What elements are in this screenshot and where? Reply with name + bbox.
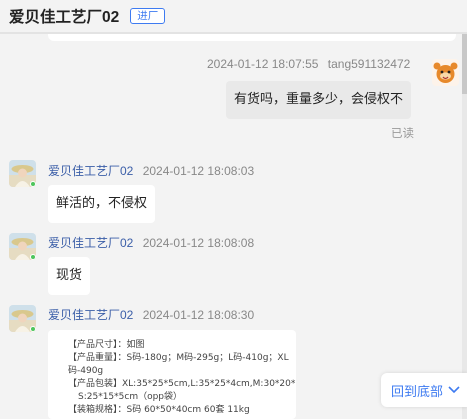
message-meta: 爱贝佳工艺厂02 2024-01-12 18:08:03 [48, 162, 254, 179]
scroll-to-bottom-label: 回到底部 [391, 384, 444, 400]
message-timestamp: 2024-01-12 18:08:08 [142, 236, 255, 250]
message-timestamp: 2024-01-12 18:08:03 [142, 164, 255, 178]
online-status-dot [30, 181, 36, 187]
message-timestamp: 2024-01-12 18:07:55 [207, 57, 319, 71]
seller-avatar[interactable] [9, 233, 36, 260]
message-meta: 爱贝佳工艺厂02 2024-01-12 18:08:30 [48, 306, 254, 323]
message-timestamp: 2024-01-12 18:08:30 [142, 308, 255, 322]
seller-avatar[interactable] [9, 160, 36, 187]
seller-message-bubble[interactable]: 鲜活的，不侵权 [48, 185, 156, 223]
spec-line: 【装箱规格】：S码 60*50*40cm 60套 11kg [68, 405, 250, 415]
online-status-dot [30, 254, 36, 260]
enter-store-badge[interactable]: 进厂 [130, 8, 166, 24]
read-status: 已读 [391, 126, 414, 140]
spec-line: S:25*15*5cm（opp袋） [78, 392, 183, 402]
message-meta: 爱贝佳工艺厂02 2024-01-12 18:08:08 [48, 234, 254, 251]
product-spec-card[interactable]: 【产品尺寸】：如图 【产品重量】：S码-180g；M码-295g；L码-410g… [48, 330, 296, 419]
message-meta: 2024-01-12 18:07:55 tang591132472 [207, 57, 410, 71]
previous-message-bubble [48, 34, 456, 41]
chat-title: 爱贝佳工艺厂02 [9, 9, 120, 26]
sender-name: 爱贝佳工艺厂02 [48, 164, 134, 178]
sender-name: tang591132472 [327, 57, 411, 71]
chat-header: 爱贝佳工艺厂02 进厂 [0, 0, 467, 32]
scrollbar[interactable] [462, 34, 467, 419]
spec-line: 【产品尺寸】：如图 [68, 340, 145, 350]
seller-message-bubble[interactable]: 现货 [48, 257, 91, 295]
scrollbar-thumb[interactable] [462, 34, 467, 94]
spec-line: 【产品重量】：S码-180g；M码-295g；L码-410g；XL [68, 353, 289, 363]
scroll-to-bottom-button[interactable]: 回到底部 [381, 373, 467, 407]
sender-name: 爱贝佳工艺厂02 [48, 236, 134, 250]
chevron-down-icon [448, 386, 460, 394]
cartoon-avatar-icon [432, 59, 459, 86]
spec-line: 码-490g [68, 366, 104, 376]
online-status-dot [30, 326, 36, 332]
seller-avatar[interactable] [9, 305, 36, 332]
spec-line: 【产品包装】XL:35*25*5cm,L:35*25*4cm,M:30*20*5… [68, 379, 296, 389]
my-avatar[interactable] [432, 59, 459, 86]
sender-name: 爱贝佳工艺厂02 [48, 308, 134, 322]
my-message-bubble[interactable]: 有货吗，重量多少，会侵权不 [226, 81, 412, 119]
